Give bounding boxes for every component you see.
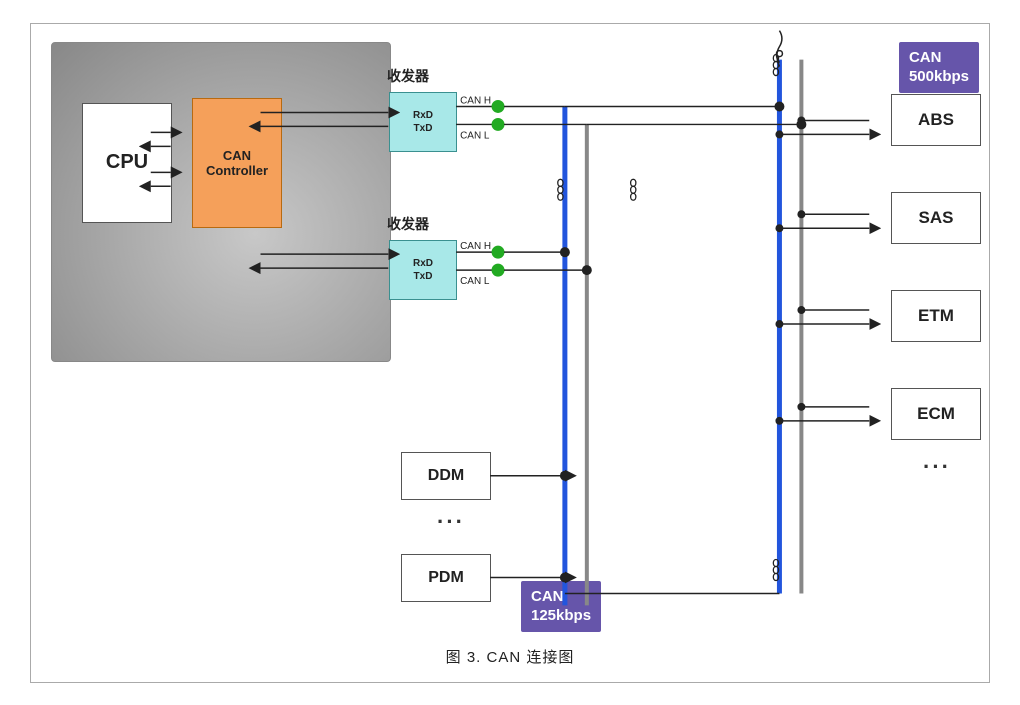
ecu-box: CPU CAN Controller (51, 42, 391, 362)
device-box-etm: ETM (891, 290, 981, 342)
transceiver-box-2: RxD TxD (389, 240, 457, 300)
device-box-abs: ABS (891, 94, 981, 146)
svg-text:CAN H: CAN H (460, 95, 491, 106)
transceiver-2-tx: TxD (414, 270, 433, 283)
transceiver-label-1: 收发器 (387, 66, 429, 86)
svg-text:CAN L: CAN L (460, 130, 490, 141)
cpu-label: CPU (106, 151, 148, 174)
transceiver-2-rx: RxD (413, 257, 433, 270)
device-box-ecm: ECM (891, 388, 981, 440)
svg-text:CAN H: CAN H (460, 241, 491, 252)
dots-bottom: ··· (437, 509, 465, 535)
caption-area: 图 3. CAN 连接图 (31, 644, 989, 673)
transceiver-1-tx: TxD (414, 122, 433, 135)
dots-right: ··· (923, 454, 951, 480)
can-controller-box: CAN Controller (192, 98, 282, 228)
can-controller-label: CAN Controller (206, 148, 268, 178)
cpu-box: CPU (82, 103, 172, 223)
diagram-area: CPU CAN Controller 收发器 RxD TxD 收发器 RxD T… (31, 24, 989, 644)
transceiver-1-rx: RxD (413, 109, 433, 122)
can-badge-500: CAN500kbps (899, 42, 979, 93)
outer-border: CPU CAN Controller 收发器 RxD TxD 收发器 RxD T… (30, 23, 990, 683)
transceiver-label-2: 收发器 (387, 214, 429, 234)
svg-text:CAN L: CAN L (460, 276, 490, 287)
can-badge-125: CAN125kbps (521, 581, 601, 632)
transceiver-box-1: RxD TxD (389, 92, 457, 152)
device-box-sas: SAS (891, 192, 981, 244)
device-box-ddm: DDM (401, 452, 491, 500)
device-box-pdm: PDM (401, 554, 491, 602)
caption-text: 图 3. CAN 连接图 (446, 643, 575, 670)
